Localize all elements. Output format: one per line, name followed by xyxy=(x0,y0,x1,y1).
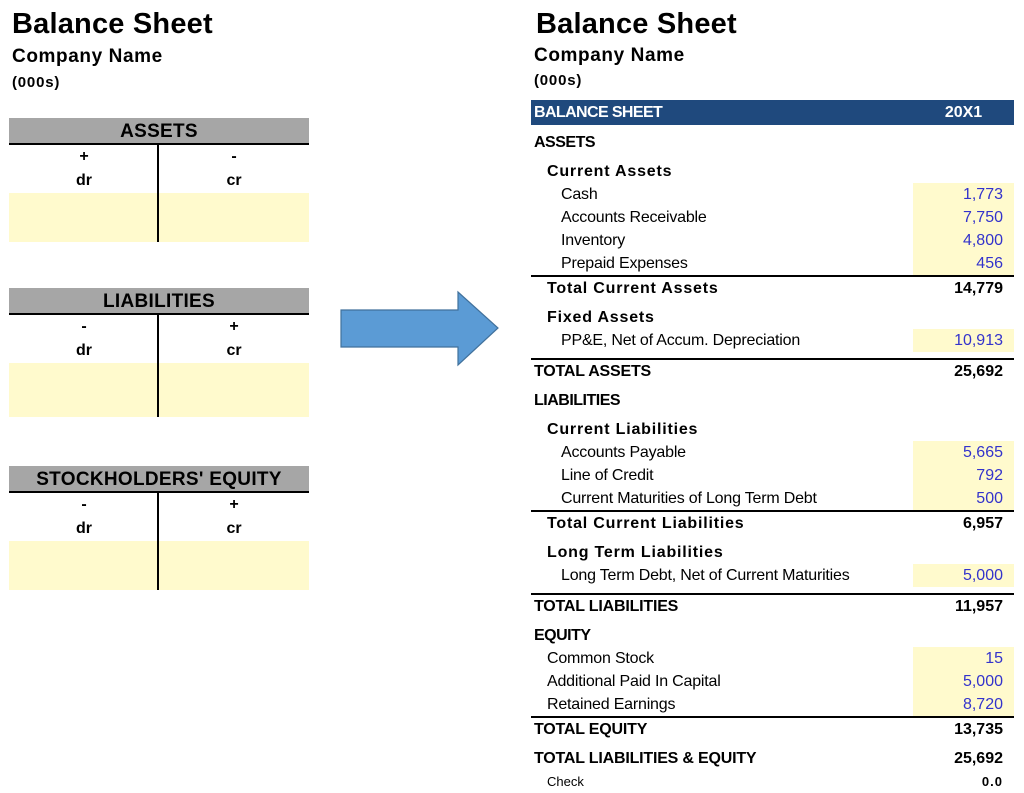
table-row: Line of Credit 792 xyxy=(531,464,1014,487)
row-label: Prepaid Expenses xyxy=(561,255,688,272)
row-label: PP&E, Net of Accum. Depreciation xyxy=(561,332,801,349)
total-assets-value: 25,692 xyxy=(954,363,1003,380)
table-row: Accounts Receivable 7,750 xyxy=(531,206,1014,229)
header-period: 20X1 xyxy=(944,103,983,121)
credit-label: cr xyxy=(226,520,242,537)
common-stock-value-cell[interactable]: 15 xyxy=(913,647,1014,670)
total-current-assets-row: Total Current Assets 14,779 xyxy=(531,275,1014,300)
row-label: Line of Credit xyxy=(561,467,654,484)
left-units: (000s) xyxy=(12,74,61,91)
debit-entry-cell[interactable] xyxy=(9,541,159,590)
credit-label: cr xyxy=(226,172,242,189)
left-company-name: Company Name xyxy=(12,46,163,67)
line-of-credit-value-cell[interactable]: 792 xyxy=(913,464,1014,487)
table-row: Prepaid Expenses 456 xyxy=(531,252,1014,275)
check-value: 0.0 xyxy=(981,774,1003,789)
t-account-title: LIABILITIES xyxy=(9,288,309,315)
debit-label: dr xyxy=(76,520,92,537)
retained-earnings-value-cell[interactable]: 8,720 xyxy=(913,693,1014,716)
row-label: Retained Earnings xyxy=(547,696,676,713)
right-company-name: Company Name xyxy=(534,45,685,66)
accounts-payable-value-cell[interactable]: 5,665 xyxy=(913,441,1014,464)
total-current-liabilities-row: Total Current Liabilities 6,957 xyxy=(531,510,1014,535)
equity-section: EQUITY xyxy=(534,627,591,644)
liabilities-section: LIABILITIES xyxy=(534,392,621,409)
header-label: BALANCE SHEET xyxy=(534,103,663,121)
t-account-divider xyxy=(157,493,159,590)
table-row: Cash 1,773 xyxy=(531,183,1014,206)
long-term-debt-value-cell[interactable]: 5,000 xyxy=(913,564,1014,587)
current-maturities-value-cell[interactable]: 500 xyxy=(913,487,1014,510)
debit-sign: + xyxy=(79,148,89,165)
row-label: Cash xyxy=(561,186,598,203)
fixed-assets-heading: Fixed Assets xyxy=(547,309,655,326)
t-account-title: ASSETS xyxy=(9,118,309,145)
left-title: Balance Sheet xyxy=(12,8,213,40)
row-label: Current Maturities of Long Term Debt xyxy=(561,490,817,507)
debit-label: dr xyxy=(76,342,92,359)
long-term-liabilities-heading: Long Term Liabilities xyxy=(547,544,724,561)
t-account-title: STOCKHOLDERS' EQUITY xyxy=(9,466,309,493)
credit-entry-cell[interactable] xyxy=(159,193,309,242)
credit-label: cr xyxy=(226,342,242,359)
table-row: Retained Earnings 8,720 xyxy=(531,693,1014,716)
cash-value-cell[interactable]: 1,773 xyxy=(913,183,1014,206)
total-equity-row: TOTAL EQUITY 13,735 xyxy=(531,716,1014,741)
total-equity-value: 13,735 xyxy=(954,721,1003,738)
right-arrow-icon xyxy=(340,290,499,367)
accounts-receivable-value-cell[interactable]: 7,750 xyxy=(913,206,1014,229)
balance-sheet-header: BALANCE SHEET 20X1 xyxy=(531,100,1014,125)
right-title: Balance Sheet xyxy=(536,8,737,40)
total-liabilities-value: 11,957 xyxy=(954,598,1003,615)
total-current-assets-value: 14,779 xyxy=(954,280,1003,297)
ppe-value-cell[interactable]: 10,913 xyxy=(913,329,1014,352)
credit-entry-cell[interactable] xyxy=(159,363,309,417)
table-row: Accounts Payable 5,665 xyxy=(531,441,1014,464)
row-label: Accounts Payable xyxy=(561,444,686,461)
check-row: Check 0.0 xyxy=(531,770,1014,793)
credit-sign: - xyxy=(231,148,237,165)
row-label: Inventory xyxy=(561,232,626,249)
row-label: Long Term Debt, Net of Current Maturitie… xyxy=(561,567,850,584)
debit-label: dr xyxy=(76,172,92,189)
table-row: PP&E, Net of Accum. Depreciation 10,913 xyxy=(531,329,1014,352)
t-account-divider xyxy=(157,315,159,417)
table-row: Long Term Debt, Net of Current Maturitie… xyxy=(531,564,1014,587)
current-liabilities-heading: Current Liabilities xyxy=(547,421,699,438)
balance-sheet-table: BALANCE SHEET 20X1 ASSETS Current Assets… xyxy=(531,100,1014,793)
debit-sign: - xyxy=(81,318,87,335)
apic-value-cell[interactable]: 5,000 xyxy=(913,670,1014,693)
total-liabilities-row: TOTAL LIABILITIES 11,957 xyxy=(531,593,1014,618)
total-current-liabilities-value: 6,957 xyxy=(962,515,1003,532)
total-liabilities-equity-row: TOTAL LIABILITIES & EQUITY 25,692 xyxy=(531,747,1014,770)
t-account-stockholders-equity: STOCKHOLDERS' EQUITY - + dr cr xyxy=(9,466,309,590)
debit-sign: - xyxy=(81,496,87,513)
t-account-assets: ASSETS + - dr cr xyxy=(9,118,309,242)
table-row: Current Maturities of Long Term Debt 500 xyxy=(531,487,1014,510)
total-liabilities-equity-value: 25,692 xyxy=(954,750,1003,767)
table-row: Additional Paid In Capital 5,000 xyxy=(531,670,1014,693)
table-row: Inventory 4,800 xyxy=(531,229,1014,252)
credit-sign: + xyxy=(229,496,239,513)
total-assets-row: TOTAL ASSETS 25,692 xyxy=(531,358,1014,383)
row-label: Common Stock xyxy=(547,650,654,667)
right-units: (000s) xyxy=(534,72,583,89)
assets-section: ASSETS xyxy=(534,134,596,151)
inventory-value-cell[interactable]: 4,800 xyxy=(913,229,1014,252)
credit-entry-cell[interactable] xyxy=(159,541,309,590)
prepaid-expenses-value-cell[interactable]: 456 xyxy=(913,252,1014,275)
table-row: Common Stock 15 xyxy=(531,647,1014,670)
row-label: Additional Paid In Capital xyxy=(547,673,721,690)
current-assets-heading: Current Assets xyxy=(547,163,673,180)
debit-entry-cell[interactable] xyxy=(9,193,159,242)
t-account-liabilities: LIABILITIES - + dr cr xyxy=(9,288,309,417)
debit-entry-cell[interactable] xyxy=(9,363,159,417)
credit-sign: + xyxy=(229,318,239,335)
t-account-divider xyxy=(157,145,159,242)
row-label: Accounts Receivable xyxy=(561,209,707,226)
